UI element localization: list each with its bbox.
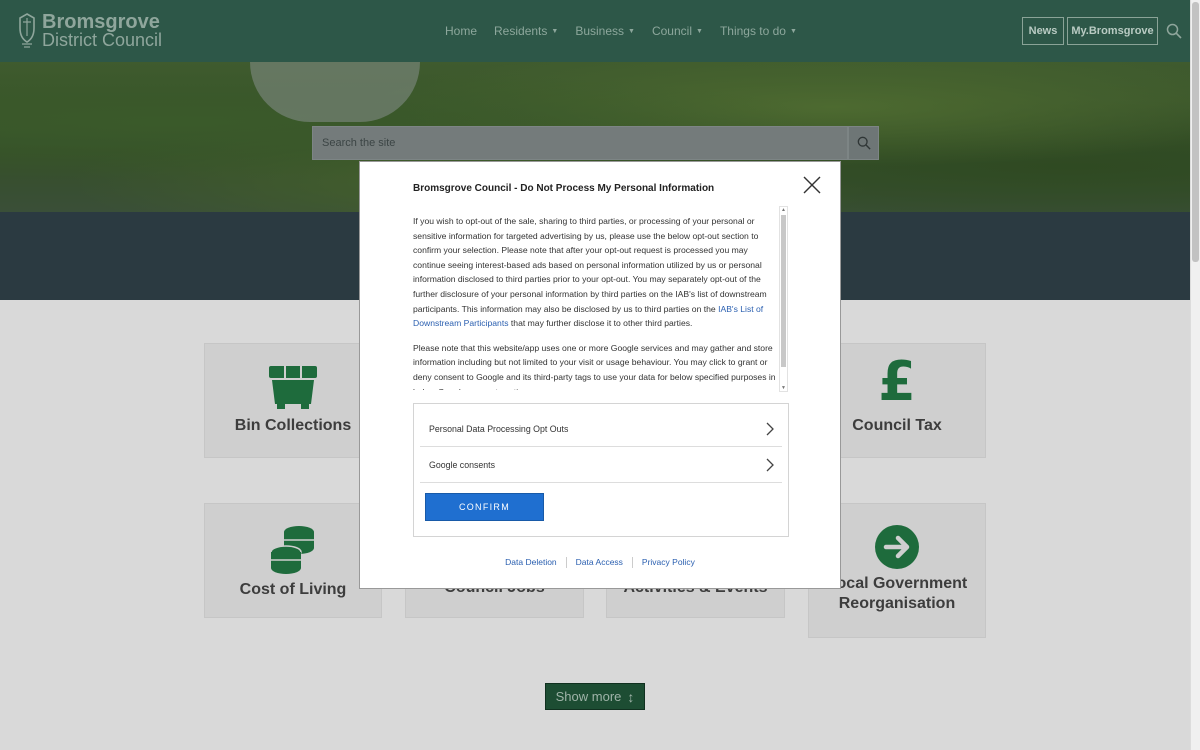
confirm-button[interactable]: CONFIRM	[425, 493, 544, 521]
page-scrollbar[interactable]	[1190, 0, 1200, 750]
data-access-link[interactable]: Data Access	[567, 557, 632, 568]
close-icon[interactable]	[802, 175, 822, 195]
chevron-right-icon	[766, 458, 774, 471]
page-scrollbar-thumb[interactable]	[1192, 2, 1199, 262]
dialog-title: Bromsgrove Council - Do Not Process My P…	[413, 183, 715, 194]
data-deletion-link[interactable]: Data Deletion	[496, 557, 566, 568]
dialog-scrollbar-thumb[interactable]	[781, 215, 786, 367]
dialog-scrollbar[interactable]: ▲ ▼	[779, 206, 788, 392]
consent-options: Personal Data Processing Opt Outs Google…	[413, 403, 789, 537]
privacy-opt-out-dialog: Bromsgrove Council - Do Not Process My P…	[359, 161, 841, 589]
google-consents-row[interactable]: Google consents	[420, 447, 782, 483]
opt-out-paragraph: If you wish to opt-out of the sale, shar…	[413, 216, 767, 329]
dialog-footer-links: Data Deletion Data Access Privacy Policy	[360, 557, 840, 568]
scroll-down-icon[interactable]: ▼	[781, 385, 786, 391]
dialog-body: If you wish to opt-out of the sale, shar…	[413, 214, 779, 390]
privacy-policy-link[interactable]: Privacy Policy	[633, 557, 704, 568]
chevron-right-icon	[766, 422, 774, 435]
google-paragraph: Please note that this website/app uses o…	[413, 342, 776, 390]
personal-data-opt-outs-row[interactable]: Personal Data Processing Opt Outs	[420, 411, 782, 447]
scroll-up-icon[interactable]: ▲	[781, 207, 786, 213]
